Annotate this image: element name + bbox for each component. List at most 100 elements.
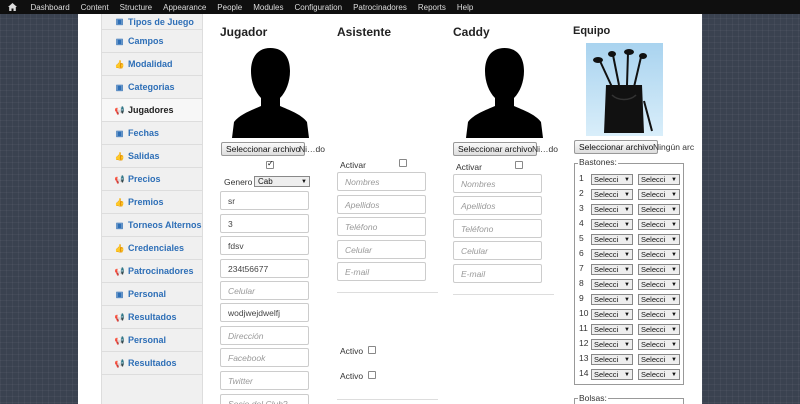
menu-configuration[interactable]: Configuration [289, 3, 348, 12]
baston-select-2[interactable]: Selecci ▼ [638, 264, 680, 275]
baston-select-1[interactable]: Selecci ▼ [591, 294, 633, 305]
sidebar-item-personal-2[interactable]: 📢 Personal [102, 329, 202, 352]
bastones-row-number: 4 [579, 218, 584, 228]
jugador-twitter-field[interactable]: Twitter [220, 371, 309, 390]
jugador-field-1[interactable]: sr [220, 191, 309, 210]
baston-select-1[interactable]: Selecci ▼ [591, 279, 633, 290]
bolsas-legend: Bolsas: [578, 393, 608, 403]
menu-people[interactable]: People [212, 3, 248, 12]
baston-select-2[interactable]: Selecci ▼ [638, 189, 680, 200]
baston-select-2[interactable]: Selecci ▼ [638, 309, 680, 320]
sidebar-item-torneos-alternos[interactable]: ▣ Torneos Alternos [102, 214, 202, 237]
jugador-title: Jugador [220, 25, 268, 39]
asistente-divider-2 [337, 399, 438, 400]
baston-select-1[interactable]: Selecci ▼ [591, 249, 633, 260]
baston-select-1[interactable]: Selecci ▼ [591, 339, 633, 350]
sidebar-item-premios[interactable]: 👍 Premios [102, 191, 202, 214]
caddy-file-button[interactable]: Seleccionar archivo [453, 142, 538, 156]
baston-select-1[interactable]: Selecci ▼ [591, 219, 633, 230]
sidebar-item-salidas[interactable]: 👍 Salidas [102, 145, 202, 168]
baston-select-2[interactable]: Selecci ▼ [638, 174, 680, 185]
caddy-apellidos-field[interactable]: Apellidos [453, 196, 542, 215]
caddy-nombres-field[interactable]: Nombres [453, 174, 542, 193]
menu-dashboard[interactable]: Dashboard [25, 3, 75, 12]
jugador-celular-field[interactable]: Celular [220, 281, 309, 300]
baston-select-2[interactable]: Selecci ▼ [638, 204, 680, 215]
baston-select-2[interactable]: Selecci ▼ [638, 369, 680, 380]
chevron-down-icon: ▼ [624, 251, 630, 258]
baston-select-1[interactable]: Selecci ▼ [591, 204, 633, 215]
equipo-file-button[interactable]: Seleccionar archivo [574, 140, 659, 154]
baston-select-1[interactable]: Selecci ▼ [591, 354, 633, 365]
thumb-icon: 👍 [114, 151, 125, 161]
baston-select-2[interactable]: Selecci ▼ [638, 279, 680, 290]
caddy-telefono-field[interactable]: Teléfono [453, 219, 542, 238]
sidebar-item-jugadores[interactable]: 📢 Jugadores [102, 99, 202, 122]
jugador-field-6[interactable]: wodjwejdwelfj [220, 303, 309, 322]
menu-content[interactable]: Content [75, 3, 114, 12]
sidebar-item-campos[interactable]: ▣ Campos [102, 30, 202, 53]
baston-select-2[interactable]: Selecci ▼ [638, 294, 680, 305]
asistente-email-field[interactable]: E-mail [337, 262, 426, 281]
sidebar-item-tipos-de-juego[interactable]: ▣ Tipos de Juego [102, 14, 202, 30]
baston-select-2[interactable]: Selecci ▼ [638, 324, 680, 335]
asistente-celular-field[interactable]: Celular [337, 240, 426, 259]
jugador-checkbox[interactable] [266, 159, 274, 169]
jugador-file-button[interactable]: Seleccionar archivo [221, 142, 306, 156]
jugador-socio-field[interactable]: Socio del Club? [220, 394, 309, 404]
bastones-row-number: 5 [579, 233, 584, 243]
baston-select-2[interactable]: Selecci ▼ [638, 354, 680, 365]
baston-select-2[interactable]: Selecci ▼ [638, 249, 680, 260]
sidebar-item-patrocinadores[interactable]: 📢 Patrocinadores [102, 260, 202, 283]
home-icon[interactable] [5, 0, 19, 14]
jugador-facebook-field[interactable]: Facebook [220, 348, 309, 367]
sidebar-item-precios[interactable]: 📢 Precios [102, 168, 202, 191]
asistente-activo-checkbox-2[interactable] [368, 371, 376, 379]
asistente-apellidos-field[interactable]: Apellidos [337, 195, 426, 214]
sidebar-item-personal[interactable]: ▣ Personal [102, 283, 202, 306]
caddy-title: Caddy [453, 25, 490, 39]
sidebar-item-credenciales[interactable]: 👍 Credenciales [102, 237, 202, 260]
baston-select-1[interactable]: Selecci ▼ [591, 309, 633, 320]
caddy-activar-checkbox[interactable] [515, 161, 523, 169]
menu-patrocinadores[interactable]: Patrocinadores [348, 3, 413, 12]
chevron-down-icon: ▼ [624, 311, 630, 318]
asistente-activo-checkbox-1[interactable] [368, 346, 376, 354]
baston-select-1[interactable]: Selecci ▼ [591, 174, 633, 185]
asistente-activo-label-1: Activo [340, 346, 364, 356]
baston-select-2[interactable]: Selecci ▼ [638, 339, 680, 350]
menu-modules[interactable]: Modules [248, 3, 289, 12]
chevron-down-icon: ▼ [671, 206, 677, 213]
menu-appearance[interactable]: Appearance [158, 3, 212, 12]
jugador-field-2[interactable]: 3 [220, 214, 309, 233]
equipo-title: Equipo [573, 25, 611, 37]
menu-reports[interactable]: Reports [412, 3, 451, 12]
caddy-email-field[interactable]: E-mail [453, 264, 542, 283]
caddy-celular-field[interactable]: Celular [453, 241, 542, 260]
sidebar-item-resultados[interactable]: 📢 Resultados [102, 306, 202, 329]
sidebar: ▣ Tipos de Juego ▣ Campos 👍 Modalidad ▣ Cate… [101, 14, 203, 404]
sidebar-item-resultados-2[interactable]: 📢 Resultados [102, 352, 202, 375]
asistente-telefono-field[interactable]: Teléfono [337, 217, 426, 236]
card-icon: ▣ [115, 128, 124, 138]
asistente-activar-checkbox[interactable] [399, 159, 407, 167]
baston-select-2[interactable]: Selecci ▼ [638, 234, 680, 245]
sidebar-item-modalidad[interactable]: 👍 Modalidad [102, 53, 202, 76]
baston-select-1[interactable]: Selecci ▼ [591, 324, 633, 335]
sidebar-item-fechas[interactable]: ▣ Fechas [102, 122, 202, 145]
jugador-field-4[interactable]: 234t56677 [220, 259, 309, 278]
jugador-direccion-field[interactable]: Dirección [220, 326, 309, 345]
jugador-field-3[interactable]: fdsv [220, 236, 309, 255]
menu-help[interactable]: Help [451, 3, 478, 12]
baston-select-1[interactable]: Selecci ▼ [591, 264, 633, 275]
menu-structure[interactable]: Structure [114, 3, 157, 12]
baston-select-1[interactable]: Selecci ▼ [591, 234, 633, 245]
chevron-down-icon: ▼ [671, 311, 677, 318]
sidebar-item-categorias[interactable]: ▣ Categorias [102, 76, 202, 99]
baston-select-1[interactable]: Selecci ▼ [591, 369, 633, 380]
asistente-nombres-field[interactable]: Nombres [337, 172, 426, 191]
genero-select[interactable]: Cab ▼ [254, 176, 310, 187]
caddy-avatar-placeholder [466, 48, 543, 138]
baston-select-1[interactable]: Selecci ▼ [591, 189, 633, 200]
baston-select-2[interactable]: Selecci ▼ [638, 219, 680, 230]
